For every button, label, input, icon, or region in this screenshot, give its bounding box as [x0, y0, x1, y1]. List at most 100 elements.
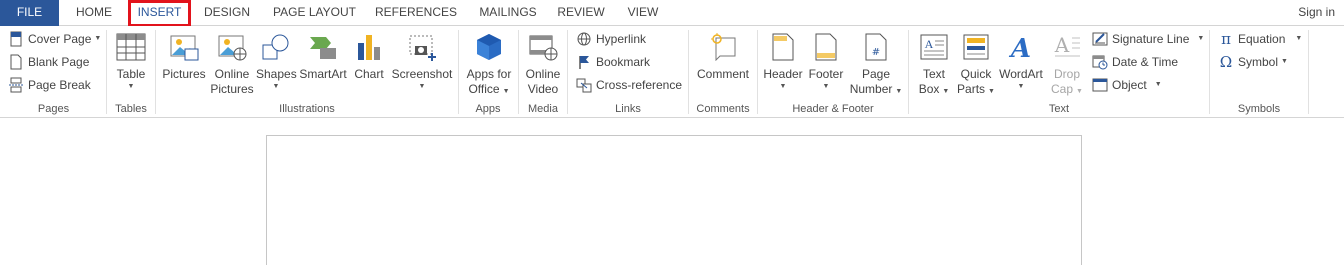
sign-in-link[interactable]: Sign in: [1298, 0, 1335, 26]
object-icon: [1092, 77, 1108, 93]
shapes-button[interactable]: Shapes ▼: [256, 31, 297, 92]
ribbon-insert: Cover Page ▼ Blank Page Page Break Pages…: [0, 26, 1344, 118]
group-label-header-footer: Header & Footer: [792, 103, 874, 115]
screenshot-icon: [406, 31, 438, 63]
insert-tab-highlight-box: [128, 0, 191, 27]
cross-reference-icon: [576, 77, 592, 93]
tab-references[interactable]: REFERENCES: [372, 0, 460, 26]
chevron-down-icon: ▼: [942, 88, 950, 95]
quick-parts-button[interactable]: Quick Parts ▼: [956, 31, 996, 99]
text-box-label-line1: Text: [922, 67, 945, 81]
chevron-down-icon: ▼: [779, 83, 787, 90]
drop-cap-label-line2: Cap ▼: [1046, 82, 1088, 99]
header-button[interactable]: Header ▼: [760, 31, 806, 92]
chevron-down-icon: ▼: [1154, 81, 1162, 88]
page-number-label-text: Number: [849, 82, 893, 96]
page-break-button[interactable]: Page Break: [8, 75, 91, 95]
online-pictures-button[interactable]: Online Pictures: [209, 31, 255, 97]
online-video-button[interactable]: Online Video: [522, 31, 564, 97]
chevron-down-icon: ▼: [1197, 35, 1205, 42]
chevron-down-icon: ▼: [822, 83, 830, 90]
header-label: Header: [763, 67, 803, 81]
screenshot-button[interactable]: Screenshot ▼: [390, 31, 454, 92]
tab-page-layout[interactable]: PAGE LAYOUT: [266, 0, 363, 26]
cover-page-icon: [8, 31, 24, 47]
chart-button[interactable]: Chart: [349, 31, 389, 82]
tab-design[interactable]: DESIGN: [197, 0, 257, 26]
date-time-button[interactable]: Date & Time: [1092, 52, 1178, 72]
hyperlink-button[interactable]: Hyperlink: [576, 29, 646, 49]
group-illustrations: Pictures Online Pictures Shapes ▼ SmartA…: [156, 28, 458, 117]
drop-cap-label-text: Cap: [1051, 82, 1074, 96]
calendar-clock-icon: [1092, 54, 1108, 70]
bookmark-button[interactable]: Bookmark: [576, 52, 650, 72]
signature-line-button[interactable]: Signature Line ▼: [1092, 29, 1204, 49]
pictures-icon: [168, 31, 200, 63]
cross-reference-button[interactable]: Cross-reference: [576, 75, 682, 95]
page-number-button[interactable]: # Page Number ▼: [848, 31, 904, 99]
blank-page-button[interactable]: Blank Page: [8, 52, 89, 72]
object-button[interactable]: Object ▼: [1092, 75, 1162, 95]
apps-for-office-label-line1: Apps for: [466, 67, 512, 81]
footer-label: Footer: [808, 67, 844, 81]
tab-home[interactable]: HOME: [66, 0, 122, 26]
date-time-label: Date & Time: [1112, 55, 1179, 69]
table-button[interactable]: Table ▼: [111, 31, 151, 92]
online-pictures-label-line1: Online: [214, 67, 250, 81]
shapes-icon: [260, 31, 292, 63]
group-pages: Cover Page ▼ Blank Page Page Break Pages: [0, 28, 107, 117]
group-comments: Comment Comments: [689, 28, 757, 117]
comment-icon: [707, 31, 739, 63]
group-label-illustrations: Illustrations: [279, 103, 335, 115]
group-media: Online Video Media: [519, 28, 567, 117]
document-page[interactable]: [266, 135, 1082, 265]
comment-button[interactable]: Comment: [693, 31, 753, 82]
quick-parts-label-text: Parts: [957, 82, 986, 96]
svg-text:A: A: [1008, 34, 1031, 62]
page-break-label: Page Break: [28, 78, 91, 92]
apps-for-office-button[interactable]: Apps for Office ▼: [461, 31, 517, 99]
hyperlink-icon: [576, 31, 592, 47]
group-links: Hyperlink Bookmark Cross-reference Links: [568, 28, 688, 117]
group-label-pages: Pages: [37, 103, 70, 115]
wordart-button[interactable]: A WordArt ▼: [997, 31, 1045, 92]
page-break-icon: [8, 77, 24, 93]
group-label-tables: Tables: [115, 103, 147, 115]
group-label-apps: Apps: [475, 103, 501, 115]
chevron-down-icon: ▼: [1295, 35, 1303, 42]
smartart-button[interactable]: SmartArt: [297, 31, 349, 82]
chevron-down-icon: ▼: [1281, 58, 1288, 65]
tab-file[interactable]: FILE: [0, 0, 59, 26]
chevron-down-icon: ▼: [127, 83, 135, 90]
pictures-button[interactable]: Pictures: [160, 31, 208, 82]
symbol-button[interactable]: Ω Symbol ▼: [1218, 52, 1288, 72]
symbol-label: Symbol: [1238, 55, 1279, 69]
tab-view[interactable]: VIEW: [620, 0, 666, 26]
svg-text:#: #: [872, 47, 880, 58]
chevron-down-icon: ▼: [272, 83, 280, 90]
chevron-down-icon: ▼: [94, 35, 102, 42]
tab-mailings[interactable]: MAILINGS: [469, 0, 547, 26]
group-label-media: Media: [528, 103, 558, 115]
cover-page-button[interactable]: Cover Page ▼: [8, 29, 101, 49]
equation-label: Equation: [1238, 32, 1286, 46]
group-tables: Table ▼ Tables: [107, 28, 155, 117]
chart-icon: [353, 31, 385, 63]
svg-text:A: A: [925, 37, 934, 51]
footer-button[interactable]: Footer ▼: [806, 31, 846, 92]
drop-cap-button[interactable]: A Drop Cap ▼: [1046, 31, 1088, 99]
wordart-icon: A: [1005, 31, 1037, 63]
chevron-down-icon: ▼: [1017, 83, 1025, 90]
equation-button[interactable]: π Equation ▼: [1218, 29, 1302, 49]
drop-cap-icon: A: [1051, 31, 1083, 63]
online-video-icon: [527, 31, 559, 63]
text-box-button[interactable]: A Text Box ▼: [913, 31, 955, 99]
group-label-text: Text: [1048, 103, 1070, 115]
apps-for-office-icon: [473, 31, 505, 63]
chevron-down-icon: ▼: [418, 83, 426, 90]
pi-icon: π: [1221, 30, 1231, 48]
wordart-label: WordArt: [999, 67, 1043, 81]
text-box-label-text: Box: [918, 82, 940, 96]
tab-review[interactable]: REVIEW: [554, 0, 608, 26]
group-label-comments: Comments: [696, 103, 750, 115]
